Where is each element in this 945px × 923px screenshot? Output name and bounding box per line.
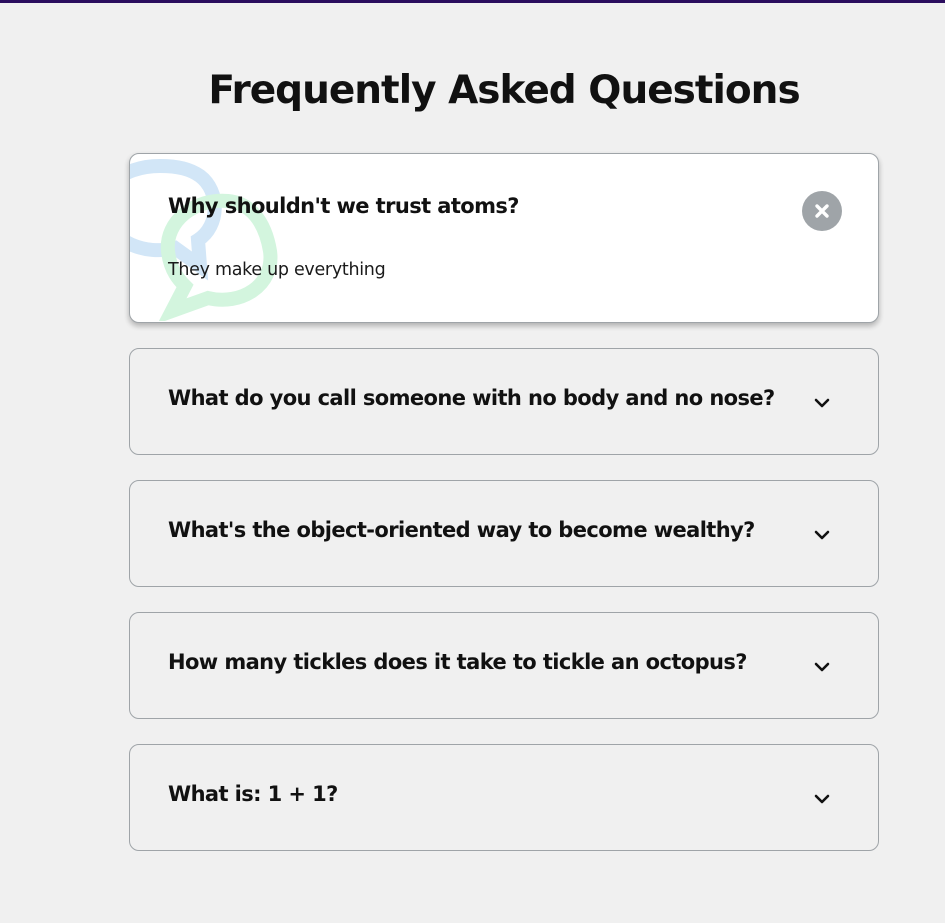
chevron-down-icon: [814, 794, 830, 804]
faq-toggle-button[interactable]: [802, 515, 842, 555]
faq-question: What is: 1 + 1?: [168, 782, 338, 806]
faq-toggle-button[interactable]: [802, 779, 842, 819]
faq-question: What's the object-oriented way to become…: [168, 518, 755, 542]
faq-list: Why shouldn't we trust atoms? They make …: [129, 153, 879, 876]
faq-question: How many tickles does it take to tickle …: [168, 650, 747, 674]
speech-bubbles-icon: [130, 158, 278, 321]
faq-close-button[interactable]: [802, 191, 842, 231]
faq-question: Why shouldn't we trust atoms?: [168, 194, 519, 218]
faq-item-1: Why shouldn't we trust atoms? They make …: [129, 153, 879, 323]
faq-toggle-button[interactable]: [802, 383, 842, 423]
page-title: Frequently Asked Questions: [208, 68, 800, 113]
faq-item-2: What do you call someone with no body an…: [129, 348, 879, 455]
faq-toggle-button[interactable]: [802, 647, 842, 687]
faq-item-5: What is: 1 + 1?: [129, 744, 879, 851]
faq-item-3: What's the object-oriented way to become…: [129, 480, 879, 587]
faq-answer: They make up everything: [168, 260, 386, 280]
faq-question: What do you call someone with no body an…: [168, 386, 775, 410]
faq-item-4: How many tickles does it take to tickle …: [129, 612, 879, 719]
chevron-down-icon: [814, 530, 830, 540]
close-icon: [815, 204, 829, 218]
chevron-down-icon: [814, 662, 830, 672]
top-accent-bar: [0, 0, 945, 3]
chevron-down-icon: [814, 398, 830, 408]
